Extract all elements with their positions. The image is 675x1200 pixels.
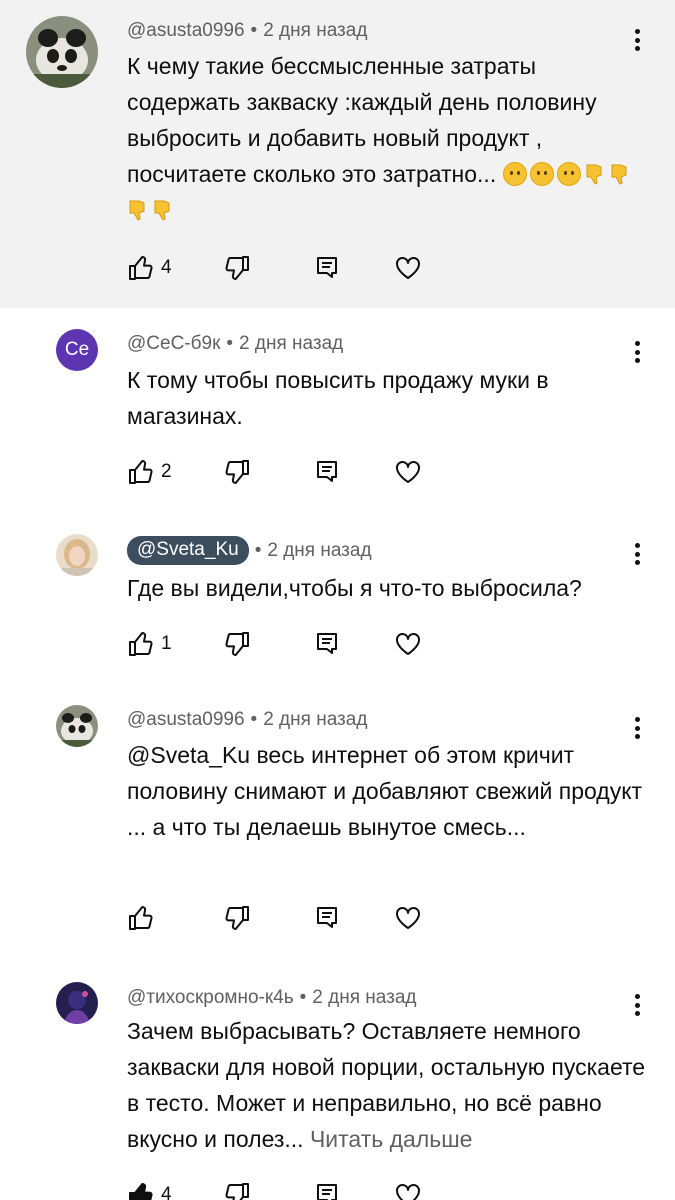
thumbs-down-icon xyxy=(225,460,249,484)
heart-button[interactable] xyxy=(394,457,422,487)
comment-5: @тихоскромно-к4ь • 2 дня назад Зачем выб… xyxy=(0,963,675,1200)
thumbs-up-icon xyxy=(129,632,153,656)
more-options-icon[interactable] xyxy=(627,540,647,568)
dislike-button[interactable] xyxy=(223,629,251,659)
comment-actions: 1 xyxy=(127,629,447,659)
heart-button[interactable] xyxy=(394,253,422,283)
meta-separator: • xyxy=(250,20,258,41)
comment-time: 2 дня назад xyxy=(239,333,344,354)
author-name[interactable]: @СеС-б9к xyxy=(127,333,220,355)
comment-text: К чему такие бессмысленные затраты содер… xyxy=(127,48,652,228)
comment-3: @Sveta_Ku • 2 дня назад Где вы видели,чт… xyxy=(0,518,675,693)
comment-time: 2 дня назад xyxy=(267,539,372,561)
thumbs-down-icon xyxy=(129,200,145,221)
comment-1: @asusta0996 • 2 дня назад К чему такие б… xyxy=(0,0,675,308)
reply-button[interactable] xyxy=(313,629,341,659)
raised-eyebrow-face-icon xyxy=(529,162,554,186)
comment-text: К тому чтобы повысить продажу муки в маг… xyxy=(127,367,549,429)
thumbs-down-icon xyxy=(225,906,249,930)
reply-button[interactable] xyxy=(313,1180,341,1200)
avatar[interactable] xyxy=(26,16,98,88)
comment-time: 2 дня назад xyxy=(263,20,368,41)
reply-icon xyxy=(317,257,337,278)
comment-text: @Sveta_Ku весь интернет об этом кричит п… xyxy=(127,742,643,840)
dislike-button[interactable] xyxy=(223,903,251,933)
author-name[interactable]: @asusta0996 xyxy=(127,709,245,731)
like-button[interactable]: 4 xyxy=(127,253,172,283)
comment-text: Где вы видели,чтобы я что-то выбросила? xyxy=(127,575,582,601)
thumbs-down-icon xyxy=(225,1183,249,1200)
thumbs-up-icon xyxy=(129,906,153,930)
reply-icon xyxy=(317,633,337,654)
creator-author-chip[interactable]: @Sveta_Ku xyxy=(127,536,249,565)
comment-4: @asusta0996 • 2 дня назад @Sveta_Ku весь… xyxy=(0,693,675,963)
heart-button[interactable] xyxy=(394,903,422,933)
like-button[interactable] xyxy=(127,903,155,933)
like-count: 4 xyxy=(161,1184,172,1200)
reply-button[interactable] xyxy=(313,903,341,933)
confused-face-icon xyxy=(502,162,527,186)
thumbs-up-icon xyxy=(129,256,153,280)
thumbs-down-icon xyxy=(611,164,627,185)
comment-actions: 4 xyxy=(127,253,447,283)
thumbs-up-icon xyxy=(129,460,153,484)
meta-separator: • xyxy=(226,333,234,354)
reply-icon xyxy=(317,907,337,928)
author-name[interactable]: @тихоскромно-к4ь xyxy=(127,987,294,1009)
comment-2: Ce @СеС-б9к • 2 дня назад К тому чтобы п… xyxy=(0,308,675,518)
meta-separator: • xyxy=(250,709,258,730)
meta-separator: • xyxy=(254,539,262,561)
meta-separator: • xyxy=(299,987,307,1008)
heart-button[interactable] xyxy=(394,629,422,659)
avatar-initials: Ce xyxy=(64,339,90,360)
like-count: 2 xyxy=(161,461,172,482)
comment-time: 2 дня назад xyxy=(263,709,368,730)
like-button[interactable]: 4 xyxy=(127,1180,172,1200)
like-count: 1 xyxy=(161,633,172,654)
like-count: 4 xyxy=(161,257,172,278)
thumbs-down-icon xyxy=(154,200,170,221)
heart-icon xyxy=(396,907,420,929)
comment-actions: 2 xyxy=(127,457,447,487)
thumbs-down-icon xyxy=(225,632,249,656)
comment-actions: 4 xyxy=(127,1180,447,1200)
heart-button[interactable] xyxy=(394,1180,422,1200)
heart-icon xyxy=(396,633,420,655)
comment-meta: @Sveta_Ku • 2 дня назад xyxy=(127,536,372,565)
author-name[interactable]: @asusta0996 xyxy=(127,20,245,42)
reply-icon xyxy=(317,461,337,482)
dislike-button[interactable] xyxy=(223,457,251,487)
thumbs-up-filled-icon xyxy=(129,1183,153,1200)
like-button[interactable]: 2 xyxy=(127,457,172,487)
comment-meta: @asusta0996 • 2 дня назад xyxy=(127,709,367,731)
like-button[interactable]: 1 xyxy=(127,629,172,659)
comment-meta: @СеС-б9к • 2 дня назад xyxy=(127,333,343,355)
reply-button[interactable] xyxy=(313,253,341,283)
avatar[interactable] xyxy=(56,705,98,747)
thumbs-down-icon xyxy=(586,164,602,185)
avatar[interactable]: Ce xyxy=(56,329,98,371)
avatar[interactable] xyxy=(56,534,98,576)
heart-icon xyxy=(396,461,420,483)
comment-text: Зачем выбрасывать? Оставляете немного за… xyxy=(127,1018,646,1152)
dislike-button[interactable] xyxy=(223,1180,251,1200)
thumbs-down-icon xyxy=(225,256,249,280)
comment-time: 2 дня назад xyxy=(312,987,417,1008)
reply-button[interactable] xyxy=(313,457,341,487)
comment-actions xyxy=(127,903,447,933)
confused-face-icon xyxy=(556,162,581,186)
comment-meta: @asusta0996 • 2 дня назад xyxy=(127,20,367,42)
heart-icon xyxy=(396,257,420,279)
read-more-link[interactable]: Читать дальше xyxy=(310,1126,473,1152)
comment-meta: @тихоскромно-к4ь • 2 дня назад xyxy=(127,987,417,1009)
avatar[interactable] xyxy=(56,982,98,1024)
heart-icon xyxy=(396,1184,420,1200)
dislike-button[interactable] xyxy=(223,253,251,283)
reply-icon xyxy=(317,1184,337,1200)
